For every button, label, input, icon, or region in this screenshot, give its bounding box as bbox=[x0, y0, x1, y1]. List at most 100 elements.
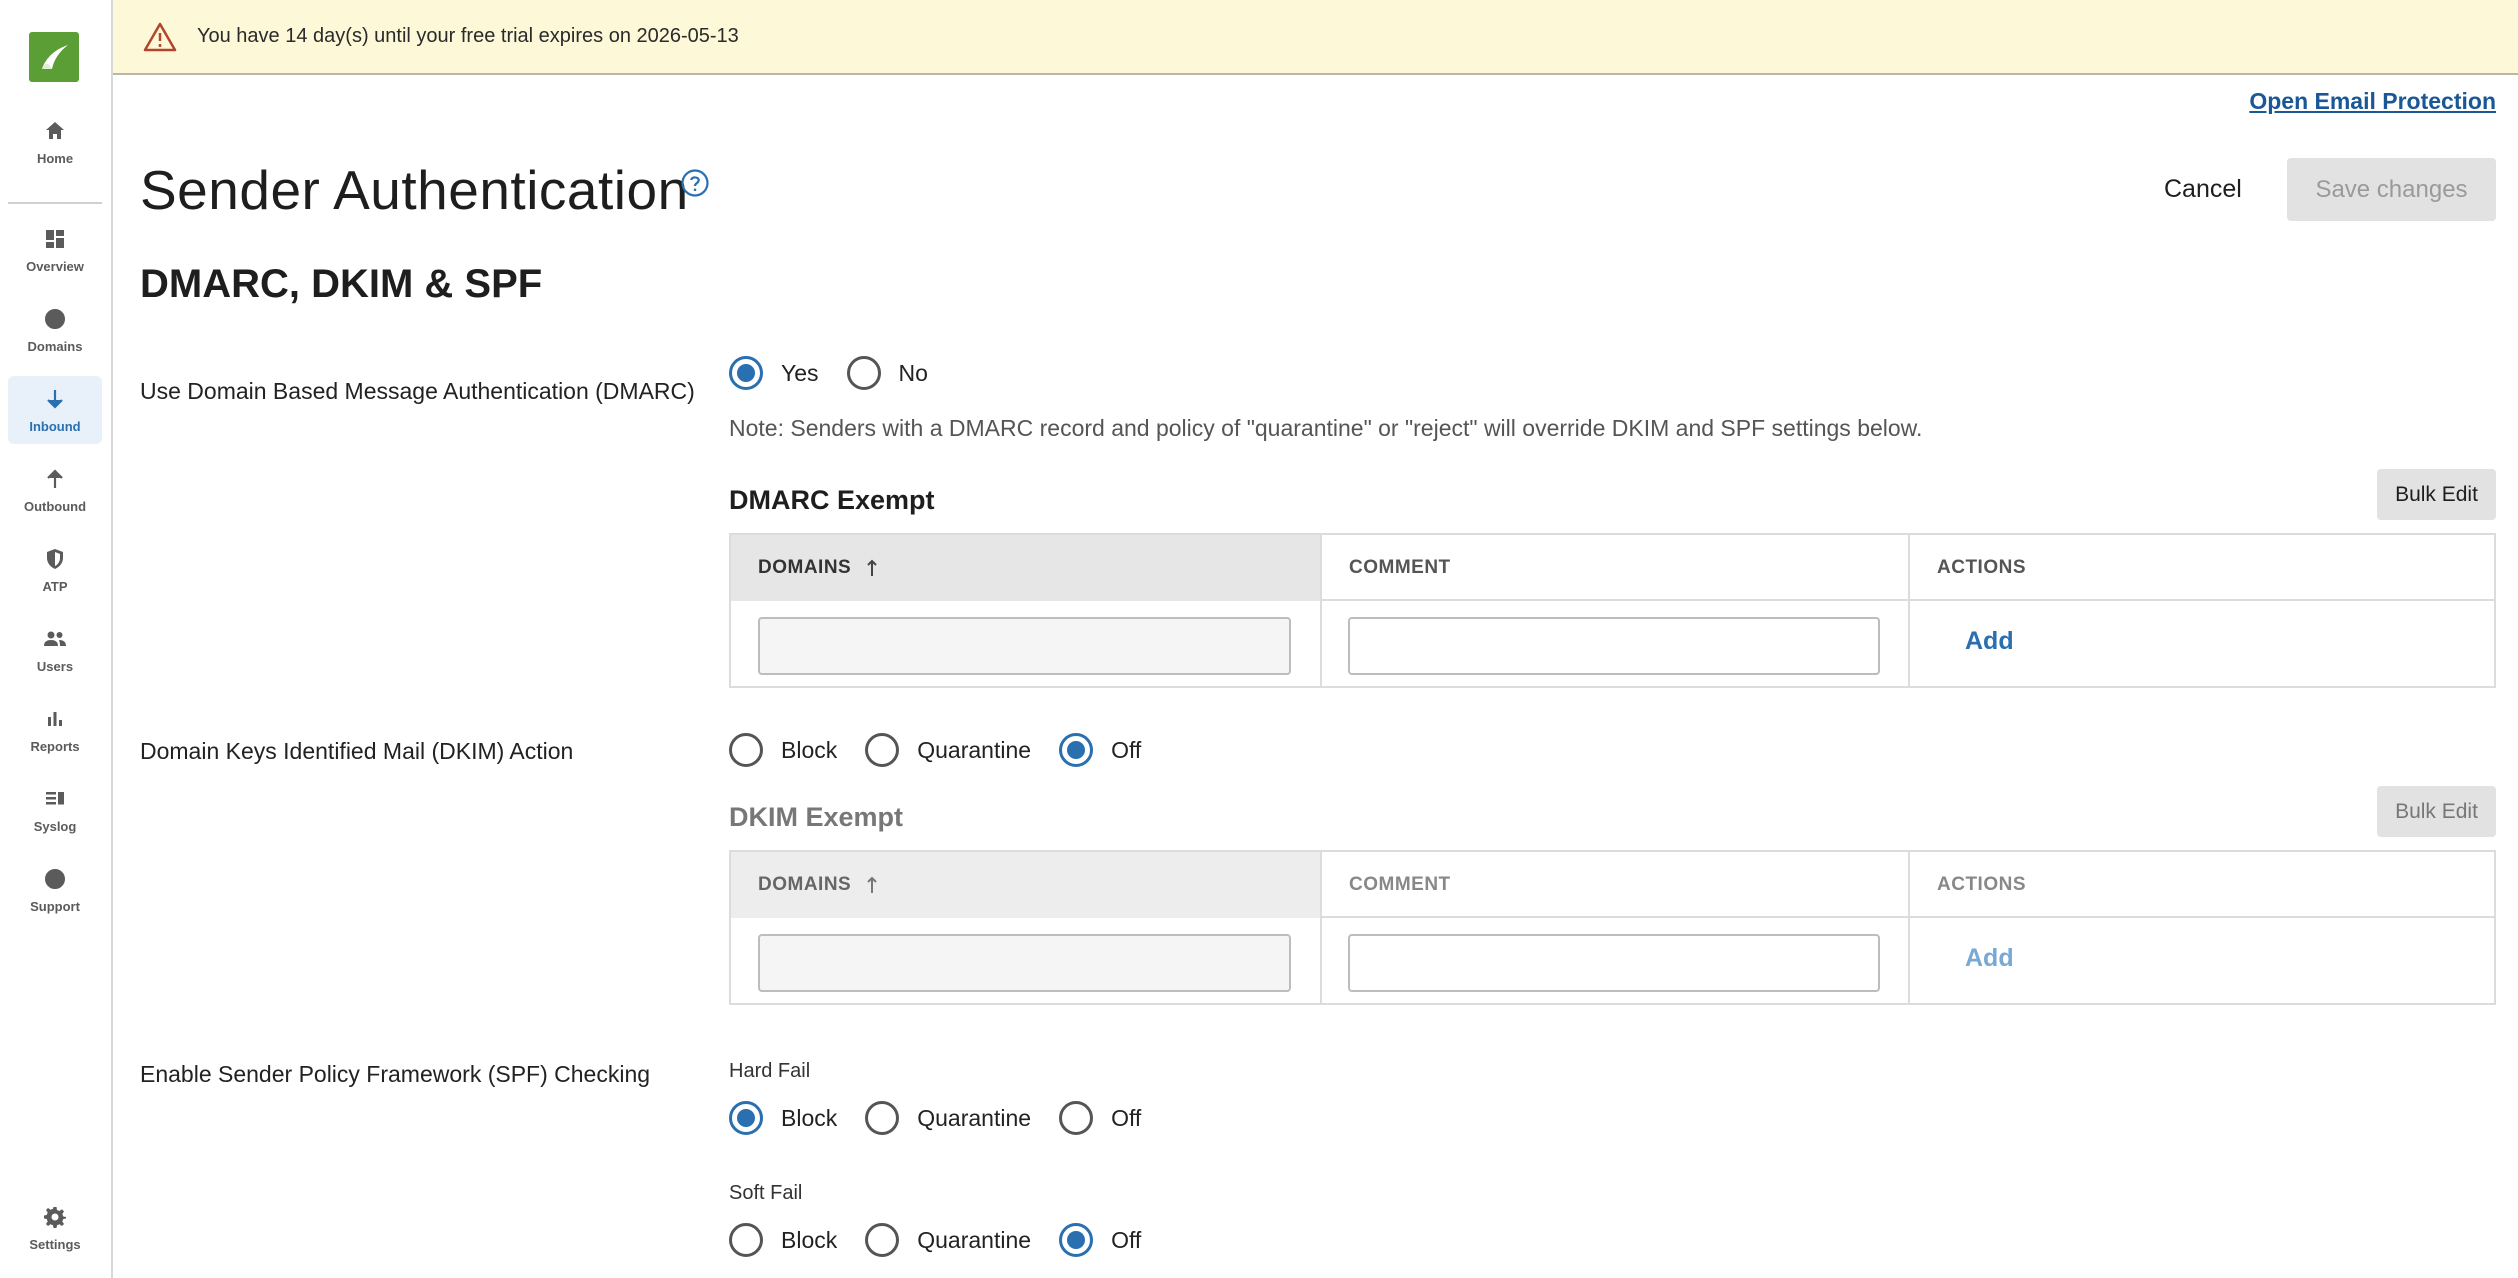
list-icon bbox=[46, 791, 64, 804]
spf-hard-fail-radio-group: Block Quarantine Off bbox=[729, 1101, 1169, 1135]
radio-circle bbox=[1059, 1223, 1094, 1257]
sidebar-item-domains[interactable]: Domains bbox=[8, 296, 102, 364]
radio-circle bbox=[729, 1101, 763, 1135]
sidebar-item-label: Users bbox=[36, 658, 74, 674]
dkim-exempt-title: DKIM Exempt bbox=[729, 802, 904, 832]
dmarc-bulk-edit-button[interactable]: Bulk Edit bbox=[2377, 469, 2496, 520]
shield-icon bbox=[47, 548, 63, 569]
radio-label: Block bbox=[781, 1226, 838, 1253]
sidebar-item-users[interactable]: Users bbox=[8, 616, 102, 684]
dmarc-comment-input[interactable] bbox=[1348, 617, 1880, 675]
sidebar-item-inbound[interactable]: Inbound bbox=[8, 376, 102, 444]
column-header-domains[interactable]: DOMAINS bbox=[731, 535, 1320, 601]
radio-circle bbox=[729, 733, 763, 767]
arrow-down-icon bbox=[47, 389, 63, 409]
spf-hard-fail-label: Hard Fail bbox=[729, 1060, 811, 1082]
dmarc-yes-radio[interactable]: Yes bbox=[729, 356, 819, 390]
radio-label: Off bbox=[1111, 1226, 1142, 1253]
dmarc-add-button[interactable]: Add bbox=[1965, 627, 2014, 656]
cell-divider bbox=[1320, 601, 1322, 688]
page-title: Sender Authentication bbox=[140, 159, 689, 221]
dkim-radio-group: Block Quarantine Off bbox=[729, 733, 1169, 767]
table-header: DOMAINS COMMENT ACTIONS bbox=[731, 852, 2494, 918]
sidebar-item-atp[interactable]: ATP bbox=[8, 536, 102, 604]
dmarc-exempt-title: DMARC Exempt bbox=[729, 485, 935, 515]
spf-label: Enable Sender Policy Framework (SPF) Che… bbox=[140, 1061, 651, 1087]
sidebar-item-label: Home bbox=[36, 150, 74, 166]
radio-label: Off bbox=[1111, 1104, 1142, 1131]
cell-divider bbox=[1908, 918, 1910, 1005]
sort-ascending-icon bbox=[867, 876, 877, 893]
dkim-block-radio[interactable]: Block bbox=[729, 733, 837, 767]
sidebar-item-support[interactable]: Support bbox=[8, 856, 102, 924]
logo-icon bbox=[42, 45, 68, 69]
column-header-actions: ACTIONS bbox=[1908, 852, 2494, 918]
dkim-comment-input[interactable] bbox=[1348, 934, 1880, 992]
dashboard-icon bbox=[46, 229, 64, 248]
radio-label: Block bbox=[781, 736, 838, 763]
spf-soft-fail-block-radio[interactable]: Block bbox=[729, 1223, 837, 1257]
sidebar-item-label: Outbound bbox=[23, 498, 87, 514]
spf-soft-fail-label: Soft Fail bbox=[729, 1182, 803, 1204]
section-title: DMARC, DKIM & SPF bbox=[140, 262, 543, 306]
column-header-label: DOMAINS bbox=[758, 557, 852, 578]
radio-circle bbox=[865, 733, 900, 767]
cell-divider bbox=[1908, 601, 1910, 688]
sidebar-item-label: Inbound bbox=[29, 418, 81, 434]
users-icon bbox=[44, 631, 66, 646]
spf-hard-fail-block-radio[interactable]: Block bbox=[729, 1101, 837, 1135]
sidebar-item-overview[interactable]: Overview bbox=[8, 216, 102, 284]
column-header-domains[interactable]: DOMAINS bbox=[731, 852, 1320, 918]
dkim-domain-input[interactable] bbox=[758, 934, 1291, 992]
sidebar-item-reports[interactable]: Reports bbox=[8, 696, 102, 764]
radio-circle bbox=[865, 1101, 900, 1135]
sidebar-item-label: Overview bbox=[26, 258, 84, 274]
dmarc-note: Note: Senders with a DMARC record and po… bbox=[729, 415, 1923, 441]
table-header: DOMAINS COMMENT ACTIONS bbox=[731, 535, 2494, 601]
sidebar: Home Overview Domains Inbound Outbound A… bbox=[0, 0, 113, 1278]
sort-ascending-icon bbox=[867, 559, 877, 576]
home-icon bbox=[46, 121, 64, 139]
sidebar-item-outbound[interactable]: Outbound bbox=[8, 456, 102, 524]
radio-label: Off bbox=[1111, 736, 1142, 763]
bar-chart-icon bbox=[48, 711, 62, 726]
dmarc-exempt-table: DOMAINS COMMENT ACTIONS Add bbox=[729, 533, 2496, 688]
dmarc-no-radio[interactable]: No bbox=[846, 356, 928, 390]
sidebar-item-label: Syslog bbox=[33, 818, 77, 834]
spf-hard-fail-quarantine-radio[interactable]: Quarantine bbox=[865, 1101, 1031, 1135]
sidebar-item-label: Settings bbox=[29, 1236, 81, 1252]
sidebar-item-label: Support bbox=[30, 898, 80, 914]
sidebar-item-settings[interactable]: Settings bbox=[8, 1194, 102, 1262]
save-changes-button[interactable]: Save changes bbox=[2287, 158, 2496, 221]
cancel-button[interactable]: Cancel bbox=[2150, 158, 2256, 220]
cell-divider bbox=[1320, 918, 1322, 1005]
dmarc-domain-input[interactable] bbox=[758, 617, 1291, 675]
dkim-bulk-edit-button[interactable]: Bulk Edit bbox=[2377, 786, 2496, 837]
sidebar-item-label: ATP bbox=[42, 578, 68, 594]
open-email-protection-link[interactable]: Open Email Protection bbox=[2249, 88, 2496, 115]
dkim-off-radio[interactable]: Off bbox=[1059, 733, 1141, 767]
spf-soft-fail-off-radio[interactable]: Off bbox=[1059, 1223, 1141, 1257]
app-logo[interactable] bbox=[29, 32, 79, 82]
radio-circle bbox=[1059, 733, 1094, 767]
column-header-label: DOMAINS bbox=[758, 874, 852, 895]
radio-label: Yes bbox=[781, 359, 819, 386]
globe-icon bbox=[45, 308, 65, 329]
dmarc-label: Use Domain Based Message Authentication … bbox=[140, 378, 695, 404]
dkim-quarantine-radio[interactable]: Quarantine bbox=[865, 733, 1031, 767]
radio-circle bbox=[846, 356, 881, 390]
help-icon[interactable] bbox=[680, 168, 710, 198]
gear-icon bbox=[44, 1206, 66, 1228]
sidebar-item-home[interactable]: Home bbox=[8, 108, 102, 176]
radio-circle bbox=[729, 356, 763, 390]
radio-label: Quarantine bbox=[917, 736, 1032, 763]
dkim-add-button[interactable]: Add bbox=[1965, 944, 2014, 973]
help-circle-icon bbox=[45, 868, 65, 889]
spf-soft-fail-quarantine-radio[interactable]: Quarantine bbox=[865, 1223, 1031, 1257]
sidebar-item-syslog[interactable]: Syslog bbox=[8, 776, 102, 844]
spf-soft-fail-radio-group: Block Quarantine Off bbox=[729, 1223, 1169, 1257]
dmarc-radio-group: Yes No bbox=[729, 356, 956, 390]
trial-banner: You have 14 day(s) until your free trial… bbox=[113, 0, 2518, 75]
column-header-comment: COMMENT bbox=[1320, 535, 1908, 601]
spf-hard-fail-off-radio[interactable]: Off bbox=[1059, 1101, 1141, 1135]
